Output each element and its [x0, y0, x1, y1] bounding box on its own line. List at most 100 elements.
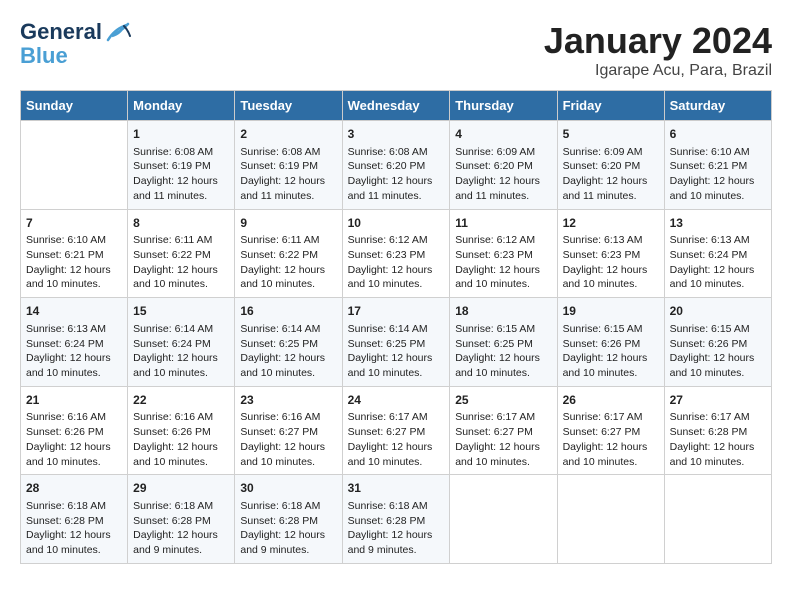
calendar-week-3: 14Sunrise: 6:13 AMSunset: 6:24 PMDayligh…: [21, 298, 772, 387]
daylight-text: Daylight: 12 hours and 10 minutes.: [455, 441, 540, 468]
calendar-table: SundayMondayTuesdayWednesdayThursdayFrid…: [20, 90, 772, 564]
logo: General Blue: [20, 20, 132, 68]
sunrise-text: Sunrise: 6:17 AM: [563, 411, 643, 423]
sunset-text: Sunset: 6:24 PM: [133, 338, 211, 350]
sunrise-text: Sunrise: 6:13 AM: [563, 234, 643, 246]
calendar-week-4: 21 Sunrise: 6:16 AM Sunset: 6:26 PM Dayligh…: [21, 386, 772, 475]
day-number: 24: [348, 392, 445, 409]
sunrise-text: Sunrise: 6:17 AM: [670, 411, 750, 423]
daylight-text: Daylight: 12 hours and 10 minutes.: [240, 264, 325, 291]
day-number: 16: [240, 303, 336, 320]
sunset-text: Sunset: 6:24 PM: [670, 249, 748, 261]
calendar-cell: 1Sunrise: 6:08 AMSunset: 6:19 PMDaylight…: [128, 121, 235, 210]
daylight-text: Daylight: 12 hours and 10 minutes.: [26, 264, 111, 291]
daylight-text: Daylight: 12 hours and 11 minutes.: [563, 175, 648, 202]
logo-general: General: [20, 19, 102, 44]
sunset-text: Sunset: 6:28 PM: [670, 426, 748, 438]
day-number: 15: [133, 303, 229, 320]
day-number: 26: [563, 392, 659, 409]
calendar-cell: 22Sunrise: 6:16 AMSunset: 6:26 PMDayligh…: [128, 386, 235, 475]
sunset-text: Sunset: 6:22 PM: [133, 249, 211, 261]
sunrise-text: Sunrise: 6:08 AM: [348, 146, 428, 158]
sunrise-text: Sunrise: 6:11 AM: [240, 234, 319, 246]
daylight-text: Daylight: 12 hours and 10 minutes.: [563, 264, 648, 291]
sunrise-text: Sunrise: 6:11 AM: [133, 234, 212, 246]
sunrise-text: Sunrise: 6:10 AM: [26, 234, 106, 246]
day-number: 12: [563, 215, 659, 232]
day-number: 23: [240, 392, 336, 409]
day-number: 3: [348, 126, 445, 143]
sunrise-text: Sunrise: 6:12 AM: [455, 234, 535, 246]
day-number: 19: [563, 303, 659, 320]
sunset-text: Sunset: 6:25 PM: [240, 338, 318, 350]
day-number: 6: [670, 126, 766, 143]
sunset-text: Sunset: 6:21 PM: [26, 249, 104, 261]
col-header-saturday: Saturday: [664, 91, 771, 121]
calendar-cell: 16Sunrise: 6:14 AMSunset: 6:25 PMDayligh…: [235, 298, 342, 387]
sunset-text: Sunset: 6:27 PM: [348, 426, 426, 438]
calendar-cell: [450, 475, 557, 564]
calendar-cell: 27Sunrise: 6:17 AMSunset: 6:28 PMDayligh…: [664, 386, 771, 475]
sunset-text: Sunset: 6:28 PM: [240, 515, 318, 527]
day-number: 14: [26, 303, 122, 320]
sunrise-text: Sunrise: 6:18 AM: [133, 500, 213, 512]
col-header-thursday: Thursday: [450, 91, 557, 121]
calendar-week-1: 1Sunrise: 6:08 AMSunset: 6:19 PMDaylight…: [21, 121, 772, 210]
sunset-text: Sunset: 6:23 PM: [348, 249, 426, 261]
title-block: January 2024 Igarape Acu, Para, Brazil: [544, 20, 772, 80]
daylight-text: Daylight: 12 hours and 10 minutes.: [133, 441, 218, 468]
daylight-text: Daylight: 12 hours and 10 minutes.: [563, 441, 648, 468]
day-number: 17: [348, 303, 445, 320]
calendar-cell: 10Sunrise: 6:12 AMSunset: 6:23 PMDayligh…: [342, 209, 450, 298]
day-number: 21: [26, 392, 122, 409]
sunset-text: Sunset: 6:21 PM: [670, 160, 748, 172]
daylight-text: Daylight: 12 hours and 10 minutes.: [670, 441, 755, 468]
day-number: 20: [670, 303, 766, 320]
daylight-text: Daylight: 12 hours and 10 minutes.: [133, 264, 218, 291]
day-number: 9: [240, 215, 336, 232]
day-number: 4: [455, 126, 551, 143]
sunset-text: Sunset: 6:26 PM: [26, 426, 104, 438]
daylight-text: Daylight: 12 hours and 10 minutes.: [670, 175, 755, 202]
calendar-cell: 4Sunrise: 6:09 AMSunset: 6:20 PMDaylight…: [450, 121, 557, 210]
sunrise-text: Sunrise: 6:17 AM: [348, 411, 428, 423]
sunset-text: Sunset: 6:20 PM: [563, 160, 641, 172]
location-subtitle: Igarape Acu, Para, Brazil: [544, 62, 772, 80]
sunrise-text: Sunrise: 6:08 AM: [133, 146, 213, 158]
calendar-week-2: 7 Sunrise: 6:10 AM Sunset: 6:21 PM Daylight…: [21, 209, 772, 298]
daylight-text: Daylight: 12 hours and 10 minutes.: [455, 352, 540, 379]
daylight-text: Daylight: 12 hours and 11 minutes.: [455, 175, 540, 202]
daylight-text: Daylight: 12 hours and 10 minutes.: [26, 529, 111, 556]
daylight-text: Daylight: 12 hours and 9 minutes.: [240, 529, 325, 556]
col-header-sunday: Sunday: [21, 91, 128, 121]
sunset-text: Sunset: 6:19 PM: [133, 160, 211, 172]
col-header-tuesday: Tuesday: [235, 91, 342, 121]
day-number: 7: [26, 215, 122, 232]
daylight-text: Daylight: 12 hours and 10 minutes.: [26, 441, 111, 468]
day-number: 13: [670, 215, 766, 232]
daylight-text: Daylight: 12 hours and 10 minutes.: [348, 441, 433, 468]
daylight-text: Daylight: 12 hours and 11 minutes.: [348, 175, 433, 202]
daylight-text: Daylight: 12 hours and 10 minutes.: [455, 264, 540, 291]
calendar-cell: 23Sunrise: 6:16 AMSunset: 6:27 PMDayligh…: [235, 386, 342, 475]
sunrise-text: Sunrise: 6:10 AM: [670, 146, 750, 158]
sunrise-text: Sunrise: 6:14 AM: [348, 323, 428, 335]
calendar-cell: 31Sunrise: 6:18 AMSunset: 6:28 PMDayligh…: [342, 475, 450, 564]
sunrise-text: Sunrise: 6:15 AM: [563, 323, 643, 335]
daylight-text: Daylight: 12 hours and 9 minutes.: [133, 529, 218, 556]
sunrise-text: Sunrise: 6:18 AM: [348, 500, 428, 512]
sunrise-text: Sunrise: 6:16 AM: [240, 411, 320, 423]
day-number: 5: [563, 126, 659, 143]
day-number: 2: [240, 126, 336, 143]
sunset-text: Sunset: 6:28 PM: [26, 515, 104, 527]
day-number: 25: [455, 392, 551, 409]
sunset-text: Sunset: 6:26 PM: [133, 426, 211, 438]
calendar-cell: 19Sunrise: 6:15 AMSunset: 6:26 PMDayligh…: [557, 298, 664, 387]
col-header-friday: Friday: [557, 91, 664, 121]
calendar-cell: 20Sunrise: 6:15 AMSunset: 6:26 PMDayligh…: [664, 298, 771, 387]
daylight-text: Daylight: 12 hours and 10 minutes.: [670, 264, 755, 291]
sunset-text: Sunset: 6:20 PM: [455, 160, 533, 172]
calendar-week-5: 28Sunrise: 6:18 AMSunset: 6:28 PMDayligh…: [21, 475, 772, 564]
sunrise-text: Sunrise: 6:13 AM: [670, 234, 750, 246]
calendar-cell: 8Sunrise: 6:11 AMSunset: 6:22 PMDaylight…: [128, 209, 235, 298]
